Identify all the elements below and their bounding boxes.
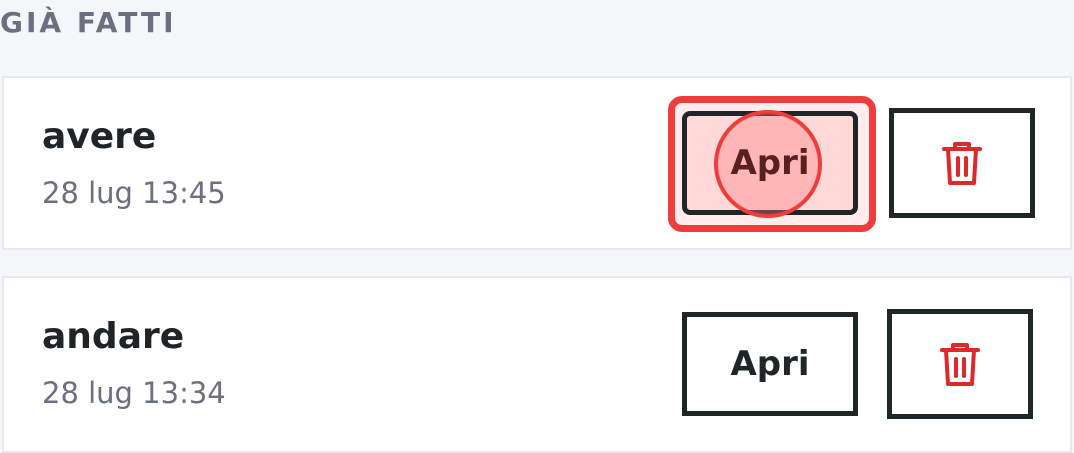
list-item: andare 28 lug 13:34 Apri [2, 276, 1072, 453]
item-word: andare [42, 316, 185, 357]
trash-icon [938, 340, 982, 388]
list-item: avere 28 lug 13:45 Apri [2, 76, 1072, 250]
trash-icon [940, 139, 984, 187]
open-button-label: Apri [730, 344, 810, 384]
delete-button[interactable] [887, 309, 1033, 419]
item-word: avere [42, 116, 157, 157]
item-timestamp: 28 lug 13:45 [42, 176, 226, 210]
delete-button[interactable] [889, 108, 1035, 218]
section-title: GIÀ FATTI [0, 6, 177, 39]
open-button-label: Apri [730, 143, 810, 183]
item-timestamp: 28 lug 13:34 [42, 376, 226, 410]
open-button[interactable]: Apri [682, 312, 858, 416]
open-button[interactable]: Apri [682, 111, 858, 215]
